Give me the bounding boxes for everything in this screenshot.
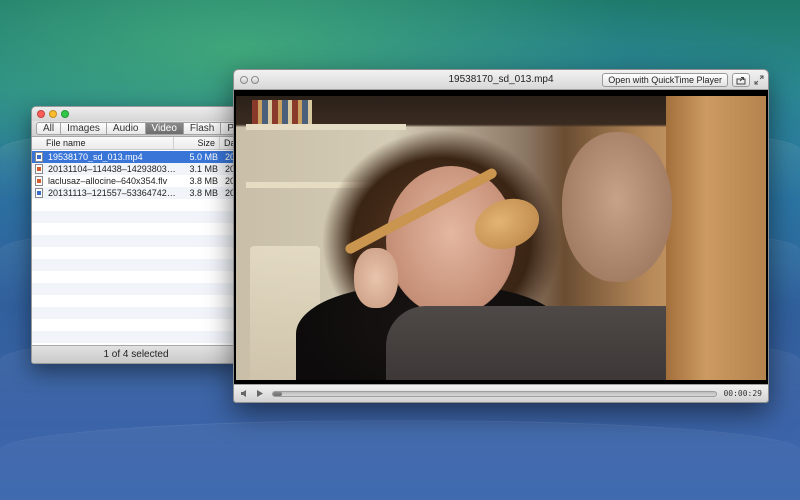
tab-video[interactable]: Video [144,122,183,135]
file-size: 3.1 MB [189,164,218,174]
tab-images[interactable]: Images [60,122,106,135]
browser-titlebar[interactable] [32,107,240,121]
play-button[interactable] [254,388,266,400]
file-name: 20131113–121557–53364742… [48,188,176,198]
file-size: 3.8 MB [189,176,218,186]
file-row[interactable]: laclusaz–allocine–640x354.flv 3.8 MB 201 [32,175,240,187]
child-hand [354,248,398,308]
close-window-button[interactable] [37,110,45,118]
books [252,100,312,124]
video-file-icon [34,164,44,174]
tab-all[interactable]: All [36,122,61,135]
column-header-name[interactable]: File name [32,137,174,149]
zoom-window-button[interactable] [61,110,69,118]
wooden-door [666,96,766,380]
file-browser-window: All Images Audio Video Flash PDF File na… [31,106,241,364]
speaker-icon [240,390,246,397]
media-type-tabs: All Images Audio Video Flash PDF [32,121,240,137]
scrubber-track[interactable] [272,390,718,397]
minimize-window-button[interactable] [49,110,57,118]
fullscreen-button[interactable] [753,74,764,85]
video-preview-window: 19538170_sd_013.mp4 Open with QuickTime … [233,69,769,403]
preview-titlebar[interactable]: 19538170_sd_013.mp4 Open with QuickTime … [234,70,768,90]
minimize-preview-button[interactable] [251,76,259,84]
file-list[interactable]: 19538170_sd_013.mp4 5.0 MB 201 20131104–… [32,151,240,345]
open-with-quicktime-button[interactable]: Open with QuickTime Player [602,73,728,87]
file-row[interactable]: 20131104–114438–14293803… 3.1 MB 201 [32,163,240,175]
file-name: laclusaz–allocine–640x354.flv [48,176,168,186]
selection-status: 1 of 4 selected [32,345,240,363]
timecode: 00:00:29 [723,389,762,398]
play-icon [257,390,263,397]
file-row[interactable]: 19538170_sd_013.mp4 5.0 MB 201 [32,151,240,163]
file-size: 5.0 MB [189,152,218,162]
wallpaper-wave [0,420,800,500]
video-frame [236,96,766,380]
tab-audio[interactable]: Audio [105,122,145,135]
scrubber-progress [273,391,282,396]
file-name: 20131104–114438–14293803… [48,164,176,174]
child-head [562,132,672,282]
playback-controls: 00:00:29 [234,384,768,402]
video-file-icon [34,152,44,162]
close-preview-button[interactable] [240,76,248,84]
video-file-icon [34,176,44,186]
video-file-icon [34,188,44,198]
file-list-header: File name Size Dat [32,137,240,150]
video-player[interactable] [234,90,768,386]
file-size: 3.8 MB [189,188,218,198]
tab-flash[interactable]: Flash [182,122,221,135]
volume-button[interactable] [238,388,250,400]
file-row[interactable]: 20131113–121557–53364742… 3.8 MB 201 [32,187,240,199]
column-header-size[interactable]: Size [174,137,220,149]
fullscreen-icon [754,75,763,84]
file-name: 19538170_sd_013.mp4 [48,152,143,162]
share-button[interactable] [732,73,750,87]
share-icon [736,76,746,84]
